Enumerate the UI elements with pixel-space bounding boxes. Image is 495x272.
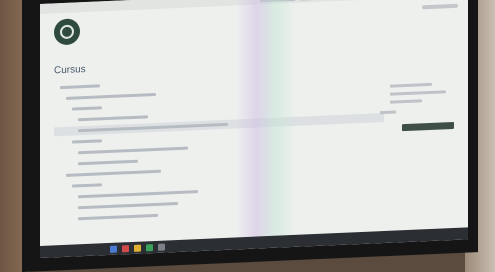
app-icon[interactable] [158, 243, 165, 251]
tree-row-text [72, 139, 102, 144]
tree-row-text [78, 159, 138, 166]
side-line [390, 82, 432, 88]
tree-row-text [78, 201, 178, 210]
app-icon[interactable] [134, 244, 141, 252]
tree-row-text [78, 213, 158, 221]
app-icon[interactable] [146, 243, 153, 251]
side-line [390, 90, 446, 96]
tree-row-text [60, 84, 100, 90]
user-menu[interactable] [422, 3, 458, 10]
side-panel [390, 82, 460, 109]
tree-row-text [72, 183, 102, 188]
browser-tabstrip [40, 0, 468, 14]
browser-tab[interactable] [260, 0, 296, 2]
logo-icon[interactable] [54, 18, 80, 46]
tree-row-text [78, 115, 148, 122]
page-title: Cursus [54, 64, 86, 77]
tree-row-text [66, 169, 161, 177]
row-meta [380, 110, 396, 115]
app-icon[interactable] [122, 244, 129, 252]
tree-row-text [66, 92, 156, 100]
screen: Cursus [40, 0, 468, 259]
tree-row-text [78, 146, 188, 155]
app-icon[interactable] [110, 245, 117, 253]
side-line [390, 99, 422, 104]
logo-ring [60, 24, 74, 40]
tree-row-text [78, 190, 198, 199]
course-tree [54, 69, 384, 226]
tree-row-text [72, 106, 102, 111]
action-button[interactable] [402, 121, 454, 132]
